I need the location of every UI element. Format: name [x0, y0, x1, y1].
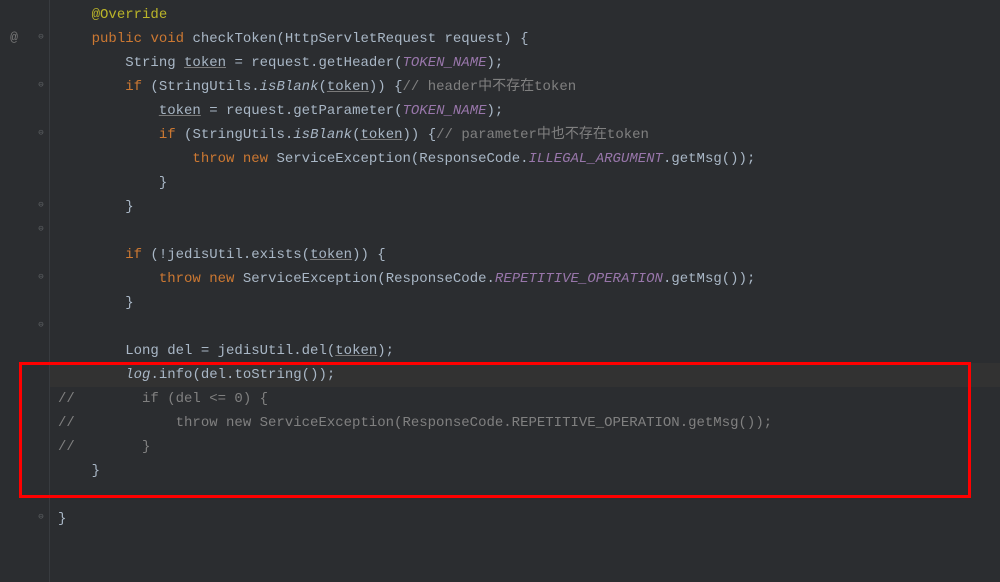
code-line[interactable]	[50, 315, 1000, 339]
fold-icon[interactable]: ⊖	[36, 27, 46, 47]
fold-icon[interactable]: ⊖	[36, 219, 46, 239]
code-line[interactable]: Long del = jedisUtil.del(token);	[50, 339, 1000, 363]
code-line[interactable]: }	[50, 507, 1000, 531]
code-line[interactable]: // if (del <= 0) {	[50, 387, 1000, 411]
code-editor[interactable]: @ ⊖ ⊖ ⊖ ⊖ ⊖ ⊖ ⊖ ⊖ @Override public void …	[0, 0, 1000, 582]
override-icon: @	[6, 27, 22, 47]
code-line[interactable]: // }	[50, 435, 1000, 459]
code-line[interactable]: String token = request.getHeader(TOKEN_N…	[50, 51, 1000, 75]
fold-icon[interactable]: ⊖	[36, 75, 46, 95]
annotation	[58, 7, 92, 23]
code-line[interactable]: if (StringUtils.isBlank(token)) {// para…	[50, 123, 1000, 147]
code-line[interactable]: log.info(del.toString());	[50, 363, 1000, 387]
code-line[interactable]: }	[50, 171, 1000, 195]
code-line[interactable]: @Override	[50, 3, 1000, 27]
code-line[interactable]: if (!jedisUtil.exists(token)) {	[50, 243, 1000, 267]
code-line[interactable]: }	[50, 195, 1000, 219]
code-line[interactable]: }	[50, 291, 1000, 315]
fold-icon[interactable]: ⊖	[36, 507, 46, 527]
fold-icon[interactable]: ⊖	[36, 315, 46, 335]
code-line[interactable]: public void checkToken(HttpServletReques…	[50, 27, 1000, 51]
code-line[interactable]: throw new ServiceException(ResponseCode.…	[50, 147, 1000, 171]
fold-icon[interactable]: ⊖	[36, 195, 46, 215]
code-line[interactable]: // throw new ServiceException(ResponseCo…	[50, 411, 1000, 435]
code-line[interactable]	[50, 219, 1000, 243]
editor-gutter: @ ⊖ ⊖ ⊖ ⊖ ⊖ ⊖ ⊖ ⊖	[0, 0, 50, 582]
fold-icon[interactable]: ⊖	[36, 123, 46, 143]
fold-icon[interactable]: ⊖	[36, 267, 46, 287]
code-line[interactable]: token = request.getParameter(TOKEN_NAME)…	[50, 99, 1000, 123]
code-line[interactable]: throw new ServiceException(ResponseCode.…	[50, 267, 1000, 291]
code-line[interactable]	[50, 483, 1000, 507]
code-line[interactable]: }	[50, 459, 1000, 483]
code-area[interactable]: @Override public void checkToken(HttpSer…	[50, 0, 1000, 582]
code-line[interactable]: if (StringUtils.isBlank(token)) {// head…	[50, 75, 1000, 99]
